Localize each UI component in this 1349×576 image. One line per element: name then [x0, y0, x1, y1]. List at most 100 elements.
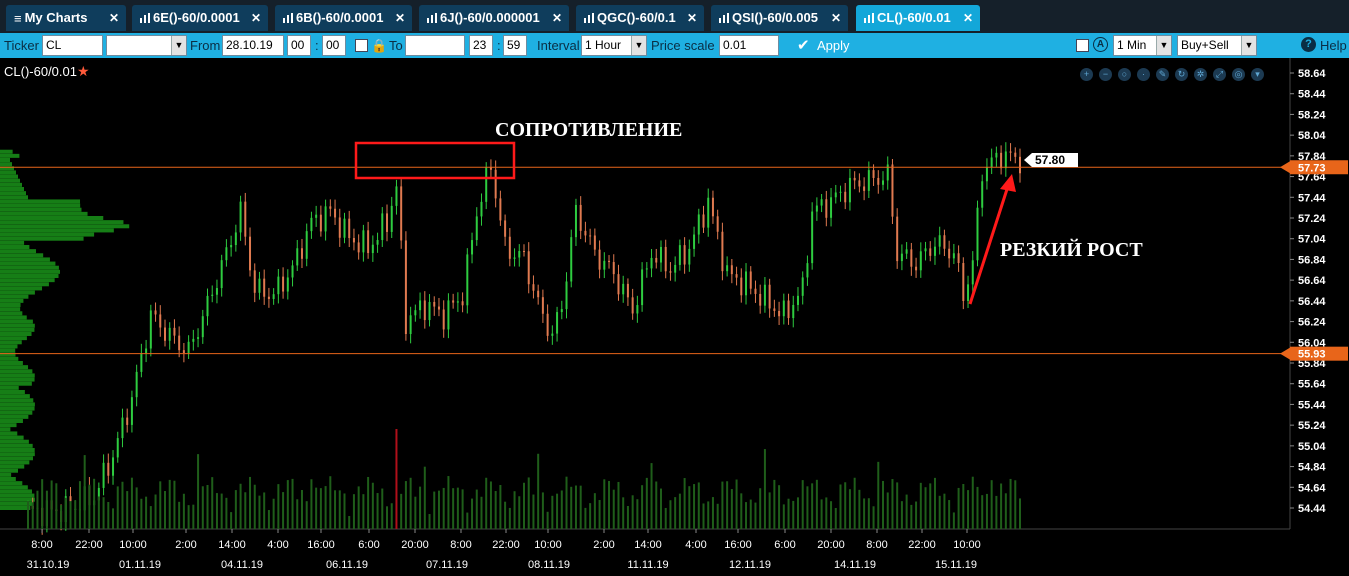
volume-profile-bar: [0, 274, 59, 278]
y-tick-label: 58.04: [1298, 130, 1326, 142]
min-select[interactable]: 1 Min ▼: [1113, 35, 1172, 56]
tab-my-charts[interactable]: ≡ My Charts ✕: [6, 5, 126, 31]
interval-select[interactable]: 1 Hour ▼: [581, 35, 647, 56]
volume-bar: [726, 481, 729, 529]
candle-body: [617, 274, 620, 295]
zoom-reset-icon[interactable]: ·: [1137, 68, 1150, 81]
auto-checkbox[interactable]: [1076, 39, 1089, 52]
screenshot-icon[interactable]: ◎: [1232, 68, 1245, 81]
apply-button[interactable]: Apply: [817, 38, 850, 53]
candle-body: [891, 164, 894, 217]
candle-body: [631, 297, 634, 314]
y-tick-label: 58.24: [1298, 109, 1326, 121]
candle-body: [348, 218, 351, 239]
volume-profile-bar: [0, 236, 84, 241]
tab-qgc[interactable]: QGC()-60/0.1 ✕: [576, 5, 704, 31]
resistance-annotation: СОПРОТИВЛЕНИЕ: [495, 119, 682, 141]
close-icon[interactable]: ✕: [963, 5, 973, 31]
chevron-down-icon: ▼: [1241, 36, 1256, 55]
from-minute-input[interactable]: 00: [322, 35, 346, 56]
star-icon[interactable]: ★: [77, 63, 90, 79]
volume-bar: [83, 455, 86, 529]
candle-body: [740, 277, 743, 296]
close-icon[interactable]: ✕: [109, 5, 119, 31]
pencil-icon[interactable]: ✎: [1156, 68, 1169, 81]
from-hour-input[interactable]: 00: [287, 35, 311, 56]
volume-bar: [334, 490, 337, 529]
candle-body: [839, 191, 842, 193]
volume-bar: [792, 500, 795, 529]
volume-profile-bar: [0, 240, 25, 245]
refresh-icon[interactable]: ↻: [1175, 68, 1188, 81]
arrow-head-icon: [1000, 174, 1016, 192]
gear-icon[interactable]: ✲: [1194, 68, 1207, 81]
lock-icon[interactable]: 🔒: [371, 38, 387, 54]
y-tick-label: 55.44: [1298, 399, 1326, 411]
close-icon[interactable]: ✕: [395, 5, 405, 31]
x-tick-label: 8:00: [450, 539, 471, 551]
to-enable-checkbox[interactable]: [355, 39, 368, 52]
price-scale-input[interactable]: 0.01: [719, 35, 779, 56]
from-label: From: [190, 38, 221, 53]
volume-bar: [527, 477, 530, 529]
candle-body: [494, 169, 497, 199]
volume-bar: [957, 487, 960, 529]
help-link[interactable]: Help: [1320, 38, 1347, 53]
tab-cl[interactable]: CL()-60/0.01 ✕: [856, 5, 980, 31]
expand-icon[interactable]: ⤢: [1213, 68, 1226, 81]
candle-body: [565, 281, 568, 310]
volume-bar: [967, 490, 970, 529]
help-icon[interactable]: ?: [1301, 37, 1316, 52]
tab-6j[interactable]: 6J()-60/0.000001 ✕: [419, 5, 569, 31]
volume-profile-bar: [0, 228, 114, 233]
ticker-dropdown[interactable]: ▼: [106, 35, 187, 56]
x-date-label: 06.11.19: [326, 559, 368, 571]
candle-body: [513, 257, 516, 259]
ticker-input[interactable]: CL: [42, 35, 103, 56]
auto-icon[interactable]: A: [1093, 37, 1108, 52]
candle-body: [527, 251, 530, 285]
side-select[interactable]: Buy+Sell ▼: [1177, 35, 1257, 56]
volume-bar: [541, 492, 544, 529]
volume-bar: [130, 477, 133, 529]
to-hour-input[interactable]: 23: [469, 35, 493, 56]
volume-profile-bar: [0, 497, 35, 502]
volume-profile-bar: [0, 348, 16, 353]
volume-profile-bar: [0, 435, 24, 440]
volume-bar: [995, 495, 998, 529]
chevron-down-icon[interactable]: ▾: [1251, 68, 1264, 81]
candle-body: [343, 218, 346, 238]
volume-bar: [390, 503, 393, 529]
tab-6b[interactable]: 6B()-60/0.0001 ✕: [275, 5, 412, 31]
zoom-in-icon[interactable]: +: [1080, 68, 1093, 81]
zoom-out-icon[interactable]: −: [1099, 68, 1112, 81]
chart-area[interactable]: 58.64 58.44 58.24 58.04 57.84 57.64 57.44 57.24…: [0, 58, 1349, 576]
close-icon[interactable]: ✕: [251, 5, 261, 31]
to-date-input[interactable]: [405, 35, 465, 56]
volume-profile-bar: [0, 485, 28, 490]
zoom-fit-icon[interactable]: ○: [1118, 68, 1131, 81]
to-minute-input[interactable]: 59: [503, 35, 527, 56]
candle-body: [664, 246, 667, 272]
close-icon[interactable]: ✕: [552, 5, 562, 31]
price-chart[interactable]: 58.6458.4458.2458.0457.8457.6457.4457.24…: [0, 58, 1349, 576]
volume-bar: [112, 508, 115, 529]
check-circle-icon[interactable]: ✔: [797, 36, 810, 54]
tab-qsi[interactable]: QSI()-60/0.005 ✕: [711, 5, 848, 31]
volume-bar: [461, 489, 464, 529]
tab-label: CL()-60/0.01: [877, 10, 951, 25]
candle-body: [669, 271, 672, 273]
candle-body: [650, 257, 653, 269]
volume-bar: [220, 493, 223, 529]
tab-6e[interactable]: 6E()-60/0.0001 ✕: [132, 5, 268, 31]
volume-bar: [296, 499, 299, 529]
close-icon[interactable]: ✕: [831, 5, 841, 31]
volume-bar: [603, 479, 606, 529]
volume-bar: [215, 493, 218, 529]
chevron-down-icon: ▼: [631, 36, 646, 55]
y-tick-label: 54.84: [1298, 462, 1326, 474]
from-date-input[interactable]: 28.10.19: [222, 35, 284, 56]
volume-profile-bar: [0, 439, 29, 444]
close-icon[interactable]: ✕: [687, 5, 697, 31]
volume-profile-bar: [0, 336, 27, 341]
